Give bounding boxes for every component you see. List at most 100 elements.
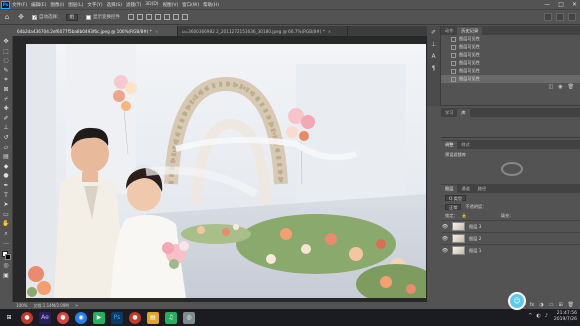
paragraph-panel-icon[interactable]: ¶ bbox=[430, 65, 438, 73]
show-transform-checkbox[interactable] bbox=[86, 14, 91, 20]
wedding-photo[interactable] bbox=[26, 44, 426, 298]
menu-edit[interactable]: 编辑(E) bbox=[31, 2, 46, 8]
trash-icon[interactable]: 🗑 bbox=[568, 84, 574, 90]
distribute-icon[interactable] bbox=[182, 14, 188, 20]
type-tool-icon[interactable]: T bbox=[2, 192, 11, 200]
auto-select-target-select[interactable]: 组 bbox=[65, 13, 78, 21]
move-tool-icon[interactable]: ✥ bbox=[17, 13, 25, 21]
minimize-button[interactable]: — bbox=[544, 1, 550, 8]
tab-layers[interactable]: 图层 bbox=[441, 185, 458, 193]
history-brush-tool-icon[interactable]: ↺ bbox=[2, 134, 11, 142]
tab-document-1[interactable]: 64b2da436704.2ef6077f5ba8b0493f6c.jpeg @… bbox=[13, 26, 178, 36]
trash-icon[interactable]: 🗑 bbox=[568, 302, 574, 308]
align-middle-icon[interactable] bbox=[164, 14, 170, 20]
more-tools-icon[interactable]: … bbox=[2, 239, 11, 247]
marquee-tool-icon[interactable]: ⬚ bbox=[2, 48, 11, 56]
dodge-tool-icon[interactable]: ● bbox=[2, 172, 11, 180]
network-icon[interactable]: ◐ bbox=[536, 313, 540, 319]
menu-image[interactable]: 图像(I) bbox=[50, 2, 64, 8]
history-item[interactable]: 图层可见性 bbox=[441, 67, 580, 75]
crop-tool-icon[interactable]: ⌗ bbox=[2, 76, 11, 84]
zoom-tool-icon[interactable]: ⌕ bbox=[2, 230, 11, 238]
menu-layer[interactable]: 图层(L) bbox=[68, 2, 83, 8]
move-tool-icon[interactable]: ✥ bbox=[2, 38, 11, 46]
mask-icon[interactable]: ◑ bbox=[539, 302, 543, 308]
floating-assistant-icon[interactable]: ☺ bbox=[508, 292, 526, 310]
tab-close-icon[interactable]: × bbox=[155, 29, 159, 34]
clone-stamp-tool-icon[interactable]: ⊥ bbox=[2, 124, 11, 132]
hand-tool-icon[interactable]: ✋ bbox=[2, 220, 11, 228]
ime-icon[interactable]: ● bbox=[57, 311, 69, 324]
align-center-icon[interactable] bbox=[137, 14, 143, 20]
share-icon[interactable] bbox=[568, 13, 576, 21]
history-item[interactable]: 图层可见性 bbox=[441, 35, 580, 43]
align-top-icon[interactable] bbox=[155, 14, 161, 20]
auto-select-checkbox[interactable] bbox=[32, 14, 37, 20]
quick-select-tool-icon[interactable]: ✎ bbox=[2, 67, 11, 75]
layer-kind-filter[interactable]: Q 类型 bbox=[445, 194, 467, 201]
eye-icon[interactable]: 👁 bbox=[441, 248, 449, 254]
camera-app-icon[interactable]: ◎ bbox=[183, 311, 195, 324]
folder-icon[interactable]: ▭ bbox=[549, 302, 554, 308]
browser-icon[interactable]: ◉ bbox=[75, 311, 87, 324]
layer-row[interactable]: 👁 图层 1 bbox=[441, 244, 580, 256]
maximize-button[interactable]: □ bbox=[558, 1, 564, 8]
tab-paths[interactable]: 路径 bbox=[474, 185, 490, 193]
history-item[interactable]: 图层可见性 bbox=[441, 51, 580, 59]
background-color-swatch[interactable] bbox=[4, 254, 11, 261]
clone-source-icon[interactable]: ⊥ bbox=[430, 41, 438, 49]
home-icon[interactable]: ⌂ bbox=[3, 13, 11, 21]
menu-filter[interactable]: 滤镜(T) bbox=[126, 2, 141, 8]
menu-help[interactable]: 帮助(H) bbox=[203, 2, 219, 8]
blur-tool-icon[interactable]: ◆ bbox=[2, 163, 11, 171]
layer-row[interactable]: 👁 图层 2 bbox=[441, 232, 580, 244]
align-right-icon[interactable] bbox=[146, 14, 152, 20]
menu-window[interactable]: 窗口(W) bbox=[182, 2, 199, 8]
frame-tool-icon[interactable]: ⊠ bbox=[2, 86, 11, 94]
system-clock[interactable]: 21:47:56 2019/7/26 bbox=[554, 311, 577, 323]
after-effects-icon[interactable]: Ae bbox=[39, 311, 51, 324]
search-icon[interactable] bbox=[544, 13, 552, 21]
history-item[interactable]: 图层可见性 bbox=[441, 43, 580, 51]
tab-history[interactable]: 历史记录 bbox=[457, 27, 483, 35]
close-button[interactable]: ✕ bbox=[572, 1, 577, 8]
character-panel-icon[interactable]: A bbox=[430, 53, 438, 61]
lock-icon[interactable]: 🔒 bbox=[462, 213, 467, 219]
brush-tool-icon[interactable]: ✐ bbox=[2, 115, 11, 123]
file-explorer-icon[interactable]: ▤ bbox=[147, 311, 159, 324]
tab-actions[interactable]: 动作 bbox=[441, 27, 457, 35]
music-app-icon[interactable]: ♫ bbox=[165, 311, 177, 324]
healing-brush-tool-icon[interactable]: ✚ bbox=[2, 105, 11, 113]
color-swatches[interactable] bbox=[1, 251, 11, 261]
workspace-icon[interactable] bbox=[556, 13, 564, 21]
path-selection-tool-icon[interactable]: ➤ bbox=[2, 201, 11, 209]
media-player-icon[interactable]: ▶ bbox=[93, 311, 105, 324]
record-app-icon[interactable]: ● bbox=[21, 311, 33, 324]
zoom-level[interactable]: 100% bbox=[16, 303, 27, 308]
blend-mode-select[interactable]: 正常 bbox=[445, 203, 462, 210]
chevron-up-icon[interactable]: ^ bbox=[528, 313, 532, 319]
rectangle-tool-icon[interactable]: ▭ bbox=[2, 211, 11, 219]
tab-document-2[interactable]: u=3600366982 2_2011272151636_30180.jpeg … bbox=[178, 26, 348, 36]
quick-mask-icon[interactable]: ◎ bbox=[2, 262, 11, 270]
menu-select[interactable]: 选择(S) bbox=[107, 2, 122, 8]
volume-icon[interactable]: ♪ bbox=[545, 313, 548, 319]
red-app-icon[interactable]: ● bbox=[129, 311, 141, 324]
tab-libraries[interactable]: 库 bbox=[457, 109, 470, 117]
align-left-icon[interactable] bbox=[128, 14, 134, 20]
eraser-tool-icon[interactable]: ▱ bbox=[2, 144, 11, 152]
menu-view[interactable]: 视图(V) bbox=[163, 2, 179, 8]
eyedropper-tool-icon[interactable]: ⌿ bbox=[2, 96, 11, 104]
status-menu-arrow[interactable]: > bbox=[75, 303, 78, 308]
history-item-selected[interactable]: 图层可见性 bbox=[441, 75, 580, 83]
fx-icon[interactable]: fx bbox=[530, 302, 535, 308]
brush-panel-icon[interactable]: ✐ bbox=[430, 29, 438, 37]
screen-mode-icon[interactable]: ▣ bbox=[2, 272, 11, 280]
gradient-tool-icon[interactable]: ▤ bbox=[2, 153, 11, 161]
layer-row[interactable]: 👁 图层 3 bbox=[441, 220, 580, 232]
camera-icon[interactable]: ◉ bbox=[558, 84, 562, 90]
eye-icon[interactable]: 👁 bbox=[441, 236, 449, 242]
menu-3d[interactable]: 3D(D) bbox=[145, 2, 158, 7]
eye-icon[interactable]: 👁 bbox=[441, 224, 449, 230]
menu-file[interactable]: 文件(F) bbox=[12, 2, 27, 8]
